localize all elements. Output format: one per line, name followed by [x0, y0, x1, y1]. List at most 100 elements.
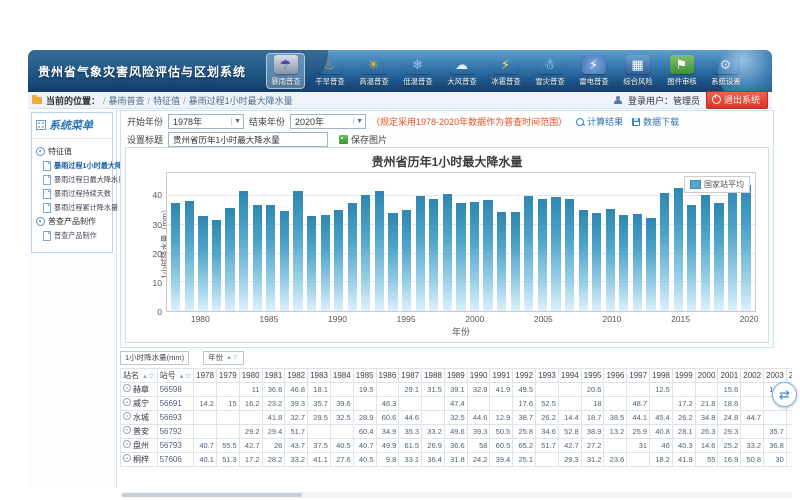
horizontal-scrollbar[interactable]: [120, 492, 792, 498]
table-row[interactable]: 普安5679229.229.451.760.434.935.333.249.63…: [121, 425, 793, 439]
year-column-header[interactable]: 2000: [695, 369, 718, 383]
sidebar-item-hourly-max[interactable]: 暴雨过程1小时最大降水量: [43, 160, 110, 171]
sidebar-group-survey-products[interactable]: 普查产品制作: [36, 216, 110, 227]
year-column-header[interactable]: 1980: [239, 369, 262, 383]
year-column-header[interactable]: 1990: [467, 369, 490, 383]
sort-icons[interactable]: ▲▽: [179, 374, 192, 380]
year-column-header[interactable]: 1996: [604, 369, 627, 383]
chart-title-input[interactable]: 贵州省历年1小时最大降水量: [168, 132, 328, 147]
download-button[interactable]: 数据下载: [632, 115, 679, 128]
sort-icons[interactable]: ▲▽: [142, 374, 155, 380]
year-column-header[interactable]: 1993: [536, 369, 559, 383]
value-cell: 24.2: [467, 453, 490, 467]
year-column-header[interactable]: 1979: [216, 369, 239, 383]
sidebar-item-product-making[interactable]: 普查产品制作: [43, 230, 110, 241]
logout-button[interactable]: 退出系统: [706, 91, 768, 109]
nav-item-settings[interactable]: ⚙系统设置: [707, 54, 744, 88]
radio-icon[interactable]: [123, 454, 131, 462]
year-column-header[interactable]: 1992: [513, 369, 536, 383]
nav-item-label: 暴雨普查: [271, 76, 300, 86]
year-column-header[interactable]: 1994: [558, 369, 581, 383]
year-column-header[interactable]: 1983: [308, 369, 331, 383]
value-cell: 33.4: [786, 411, 792, 425]
nav-item-map-review[interactable]: ⚑图件审核: [663, 54, 700, 88]
save-image-button[interactable]: 保存图片: [339, 133, 387, 146]
measure-selector[interactable]: 1小时降水量(mm): [120, 351, 189, 365]
table-header-row: 站名▲▽ 站号▲▽ 197819791980198119821983198419…: [121, 369, 793, 383]
nav-item-low-temp[interactable]: ❄低温普查: [399, 54, 436, 88]
chart-title: 贵州省历年1小时最大降水量: [126, 153, 768, 170]
bar-1992: [361, 195, 370, 311]
year-column-header[interactable]: 1978: [194, 369, 217, 383]
year-column-header[interactable]: 1987: [399, 369, 422, 383]
breadcrumb-item[interactable]: 特征值: [153, 96, 180, 106]
station-name-header[interactable]: 站名▲▽: [121, 369, 158, 383]
value-cell: 31.2: [581, 453, 604, 467]
year-column-header[interactable]: 1985: [353, 369, 376, 383]
value-cell: 28.2: [262, 453, 285, 467]
sort-icons[interactable]: ▲▽: [226, 354, 239, 361]
nav-item-rainstorm[interactable]: ☂暴雨普查: [267, 54, 304, 88]
table-row[interactable]: 威宁5669114.21516.223.239.335.739.646.347.…: [121, 397, 793, 411]
login-user: 登录用户：管理员: [628, 94, 700, 107]
year-column-header[interactable]: 1982: [285, 369, 308, 383]
nav-item-snow[interactable]: ☃雪灾普查: [531, 54, 568, 88]
sidebar-group-feature-values[interactable]: 特征值: [36, 146, 110, 157]
nav-item-wind[interactable]: ☁大风普查: [443, 54, 480, 88]
bar-slot: [441, 173, 455, 311]
range-note: （规定采用1978-2020年数据作为普查时间范围）: [371, 115, 567, 128]
radio-icon[interactable]: [123, 440, 131, 448]
value-cell: 31.8: [444, 453, 467, 467]
sidebar-item-duration-days[interactable]: 暴雨过程持续天数: [43, 188, 110, 199]
nav-item-drought[interactable]: ♨干旱普查: [311, 54, 348, 88]
year-column-header[interactable]: 2003: [764, 369, 787, 383]
scrollbar-thumb[interactable]: [122, 493, 302, 497]
year-column-header[interactable]: 1984: [330, 369, 353, 383]
radio-icon[interactable]: [123, 398, 131, 406]
station-id-header[interactable]: 站号▲▽: [157, 369, 194, 383]
table-row[interactable]: 桐梓5760640.151.317.228.233.241.127.640.59…: [121, 453, 793, 467]
table-row[interactable]: 赫章565981136.646.818.119.529.131.539.132.…: [121, 383, 793, 397]
year-column-header[interactable]: 1999: [672, 369, 695, 383]
radio-icon[interactable]: [123, 426, 131, 434]
bar-1980: [198, 216, 207, 311]
calculate-button[interactable]: 计算结果: [576, 115, 623, 128]
sidebar-item-accumulated[interactable]: 暴雨过程累计降水量: [43, 202, 110, 213]
toolbar-row-2: 设置标题 贵州省历年1小时最大降水量 保存图片: [121, 129, 773, 147]
radio-icon[interactable]: [123, 384, 131, 392]
bar-slot: [400, 173, 414, 311]
bar-slot: [196, 173, 210, 311]
table-row[interactable]: 盘州5679340.755.542.72643.737.540.540.749.…: [121, 439, 793, 453]
year-column-header[interactable]: 1986: [376, 369, 399, 383]
year-column-header[interactable]: 2004: [786, 369, 792, 383]
year-column-header[interactable]: 1997: [627, 369, 650, 383]
x-tick-label: 2010: [602, 314, 621, 324]
radio-icon[interactable]: [123, 412, 131, 420]
year-column-header[interactable]: 1998: [650, 369, 673, 383]
y-tick-label: 30: [153, 220, 162, 230]
year-column-header[interactable]: 1995: [581, 369, 604, 383]
value-cell: 41.9: [672, 453, 695, 467]
nav-item-comprehensive-risk[interactable]: ▦综合风险: [619, 54, 656, 88]
document-icon: [43, 175, 51, 185]
sync-button[interactable]: ⇄: [772, 382, 797, 407]
year-column-header[interactable]: 1991: [490, 369, 513, 383]
start-year-select[interactable]: 1978年 ▼: [168, 114, 244, 129]
end-year-select[interactable]: 2020年 ▼: [290, 114, 366, 129]
year-column-header[interactable]: 2001: [718, 369, 741, 383]
nav-item-high-temp[interactable]: ☀高温普查: [355, 54, 392, 88]
year-column-header[interactable]: 1988: [422, 369, 445, 383]
year-filter[interactable]: 年份 ▲▽: [203, 351, 244, 365]
station-name-cell: 普安: [121, 425, 158, 439]
station-id-cell: 56792: [157, 425, 194, 439]
year-column-header[interactable]: 1981: [262, 369, 285, 383]
year-column-header[interactable]: 1989: [444, 369, 467, 383]
breadcrumb-item[interactable]: 暴雨过程1小时最大降水量: [189, 96, 293, 106]
year-column-header[interactable]: 2002: [741, 369, 764, 383]
sidebar-item-daily-max[interactable]: 暴雨过程日最大降水量: [43, 174, 110, 185]
breadcrumb-item[interactable]: 暴雨普查: [109, 96, 145, 106]
nav-item-hail[interactable]: ⚡冰雹普查: [487, 54, 524, 88]
table-row[interactable]: 水城5669341.832.729.532.528.960.644.632.54…: [121, 411, 793, 425]
nav-item-lightning[interactable]: ⚡雷电普查: [575, 54, 612, 88]
value-cell: 17.6: [513, 397, 536, 411]
